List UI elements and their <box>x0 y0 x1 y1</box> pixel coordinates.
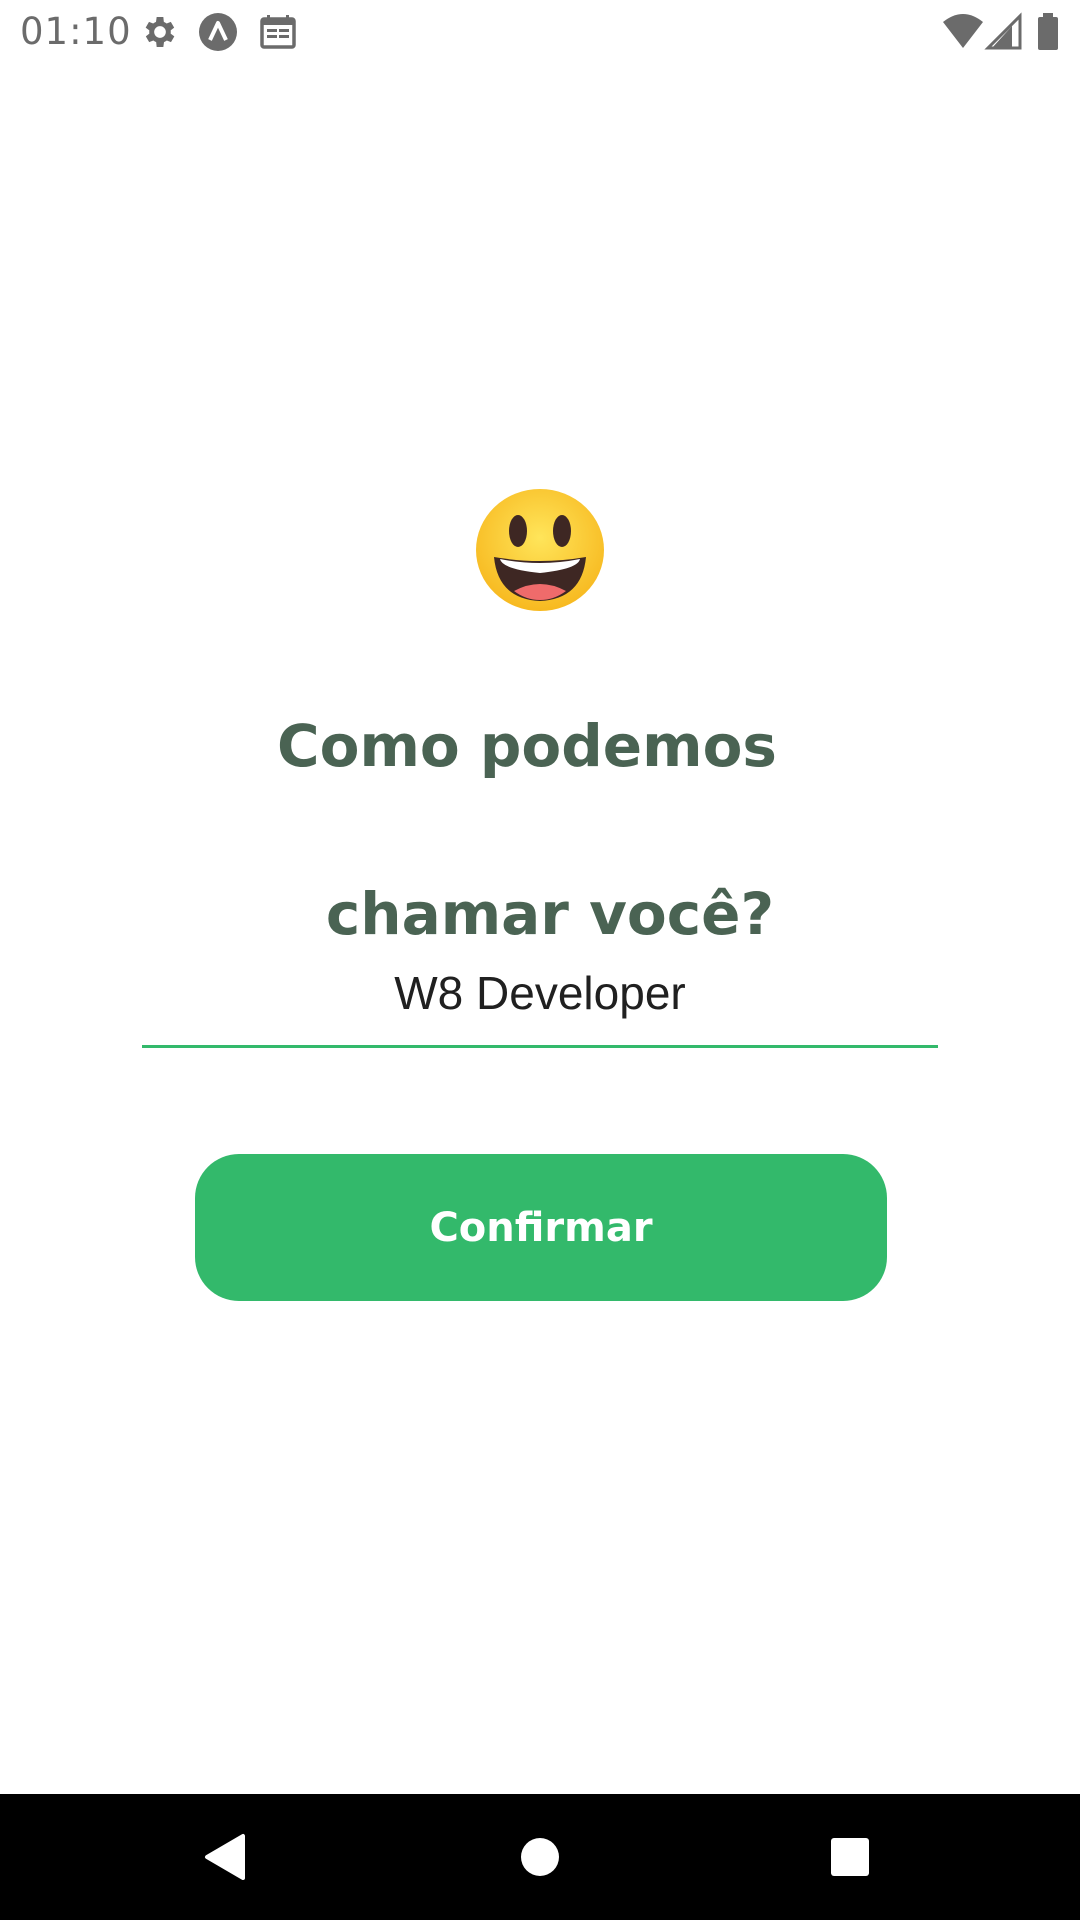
status-bar: 01:10 <box>0 0 1080 64</box>
name-field[interactable] <box>142 940 938 1048</box>
navigation-bar <box>0 1794 1080 1920</box>
a-logo-icon <box>198 12 238 52</box>
title-line-1: Como podemos <box>277 712 777 780</box>
wifi-icon <box>942 12 983 52</box>
smiley-face-emoji <box>474 487 606 613</box>
signal-icon <box>984 12 1024 52</box>
confirm-button[interactable]: Confirmar <box>195 1154 887 1301</box>
status-time: 01:10 <box>20 10 132 53</box>
calendar-icon <box>258 12 298 52</box>
screen: 01:10 Como podemos chamar você? W8 Devel… <box>0 0 1080 1920</box>
name-input[interactable] <box>142 965 938 1020</box>
confirm-button-label: Confirmar <box>429 1204 653 1251</box>
recents-icon[interactable] <box>820 1827 880 1887</box>
back-icon[interactable] <box>196 1827 256 1887</box>
settings-icon <box>140 12 180 52</box>
battery-icon <box>1034 12 1074 52</box>
home-icon[interactable] <box>510 1827 570 1887</box>
